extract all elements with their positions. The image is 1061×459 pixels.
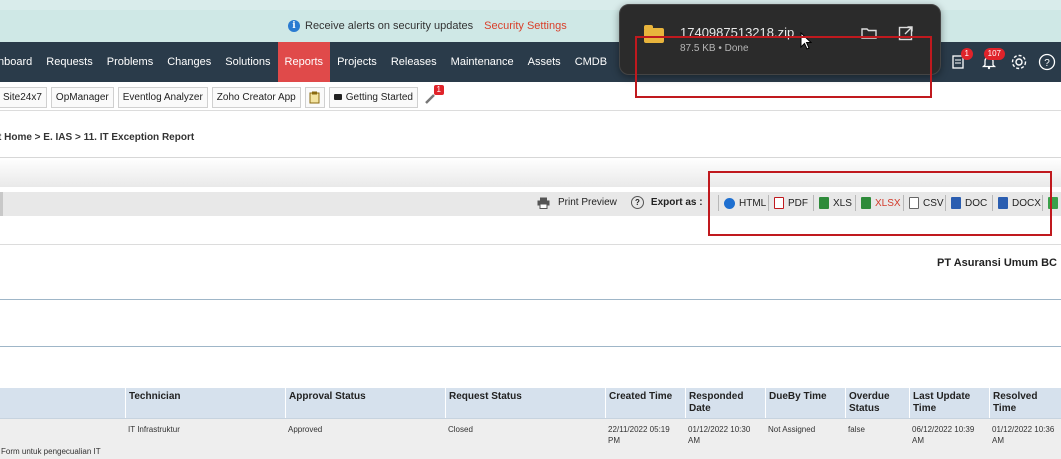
settings-button[interactable] <box>1005 42 1033 82</box>
divider <box>0 110 1061 111</box>
divider <box>0 299 1061 300</box>
printer-icon <box>537 197 550 209</box>
cell-overdue-status: false <box>848 425 865 434</box>
column-header[interactable]: Created Time <box>605 388 685 418</box>
column-header[interactable]: Approval Status <box>285 388 445 418</box>
tool-opmanager[interactable]: OpManager <box>50 86 114 108</box>
print-preview-group: Print Preview ? Export as : <box>537 196 703 209</box>
nav-item-projects[interactable]: Projects <box>330 42 384 82</box>
highlight-box-export <box>708 171 1052 236</box>
cell-dueby-time: Not Assigned <box>768 425 816 434</box>
tool-eventlog-analyzer[interactable]: Eventlog Analyzer <box>117 86 208 108</box>
column-header[interactable]: Last Update Time <box>909 388 989 418</box>
screen: { "alert": { "text": "Receive alerts on … <box>0 0 1061 459</box>
cell-request-status: Closed <box>448 425 473 434</box>
help-button[interactable]: ? <box>1033 42 1061 82</box>
tool-site24x7[interactable]: Site24x7 <box>0 86 47 108</box>
nav-right-icons: 1 107 ? <box>945 42 1061 82</box>
clipboard-icon <box>309 91 320 103</box>
divider <box>0 244 1061 245</box>
alert-text: Receive alerts on security updates <box>305 20 474 32</box>
nav-item-cmdb[interactable]: CMDB <box>568 42 614 82</box>
divider <box>0 346 1061 347</box>
cell-resolved-time: 01/12/2022 10:36 AM <box>992 425 1055 445</box>
export-as-label: Export as : <box>650 197 703 208</box>
company-name: PT Asuransi Umum BC <box>937 257 1058 269</box>
help-icon: ? <box>1038 53 1056 71</box>
cell-approval-status: Approved <box>288 425 323 434</box>
nav-item-solutions[interactable]: Solutions <box>218 42 277 82</box>
svg-text:?: ? <box>1044 58 1050 69</box>
info-icon: i <box>288 20 300 32</box>
column-header[interactable]: Request Status <box>445 388 605 418</box>
pin-button[interactable]: 1 <box>422 85 444 107</box>
column-header[interactable]: Resolved Time <box>989 388 1061 418</box>
nav-item-dashboard[interactable]: nboard <box>0 42 39 82</box>
cell-created-time: 22/11/2022 05:19 PM <box>608 425 670 445</box>
notifications-button[interactable]: 107 <box>973 42 1005 82</box>
column-header[interactable]: DueBy Time <box>765 388 845 418</box>
getting-started-label: Getting Started <box>345 91 413 103</box>
video-icon <box>333 94 342 100</box>
column-header[interactable]: Responded Date <box>685 388 765 418</box>
nav-item-maintenance[interactable]: Maintenance <box>444 42 521 82</box>
notifications-badge: 107 <box>983 48 1005 60</box>
nav-item-releases[interactable]: Releases <box>384 42 444 82</box>
notes-button[interactable]: 1 <box>945 42 973 82</box>
gear-icon <box>1011 54 1027 70</box>
nav-item-assets[interactable]: Assets <box>521 42 568 82</box>
help-circle-icon[interactable]: ? <box>630 196 644 209</box>
tool-zoho-creator-app[interactable]: Zoho Creator App <box>211 86 301 108</box>
getting-started-button[interactable]: Getting Started <box>328 86 418 108</box>
cell-responded-date: 01/12/2022 10:30 AM <box>688 425 751 445</box>
nav-item-reports[interactable]: Reports <box>277 42 331 82</box>
cell-subject[interactable]: Form untuk pengecualian IT <box>0 446 118 457</box>
security-settings-link[interactable]: Security Settings <box>484 20 567 32</box>
nav-item-requests[interactable]: Requests <box>39 42 99 82</box>
cell-technician: IT Infrastruktur <box>128 425 180 434</box>
print-preview-link[interactable]: Print Preview <box>558 197 617 208</box>
breadcrumb[interactable]: t Home > E. IAS > 11. IT Exception Repor… <box>0 132 194 143</box>
clipboard-button[interactable] <box>304 86 325 108</box>
column-header[interactable]: Technician <box>125 388 285 418</box>
highlight-box-download <box>635 36 932 98</box>
column-header[interactable]: Overdue Status <box>845 388 909 418</box>
nav-item-changes[interactable]: Changes <box>160 42 218 82</box>
notes-badge: 1 <box>960 48 973 60</box>
nav-item-problems[interactable]: Problems <box>100 42 160 82</box>
pin-badge: 1 <box>433 85 444 95</box>
cell-last-update-time: 06/12/2022 10:39 AM <box>912 425 975 445</box>
